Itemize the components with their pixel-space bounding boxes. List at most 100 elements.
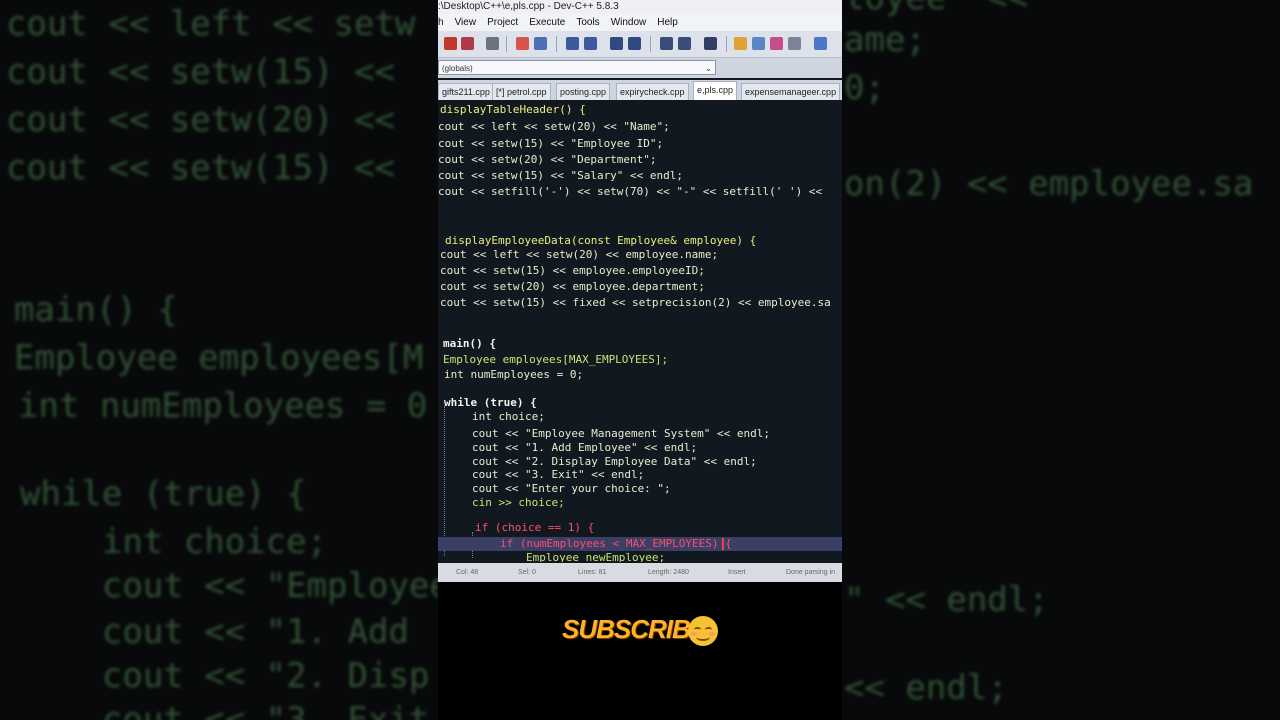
menu-item-help[interactable]: Help — [657, 14, 678, 31]
code-line: int numEmployees = 0; — [444, 368, 584, 381]
tab-posting[interactable]: posting.cpp — [556, 83, 611, 100]
menu-item-execute[interactable]: Execute — [529, 14, 565, 31]
backdrop-line: cout << setw(20) << — [6, 100, 395, 140]
run-icon[interactable] — [752, 37, 765, 50]
toolbar-separator — [726, 36, 727, 52]
code-line: cin >> choice; — [472, 496, 565, 509]
code-line: cout << setw(15) << employee.employeeID; — [440, 264, 705, 277]
code-line: cout << "Employee Management System" << … — [472, 427, 771, 440]
devcpp-window: :\Desktop\C++\e,pls.cpp - Dev-C++ 5.8.3 … — [438, 0, 842, 582]
code-line: cout << setfill('-') << setw(70) << "-" … — [438, 185, 823, 198]
code-editor[interactable]: displayTableHeader() { cout << left << s… — [438, 100, 842, 562]
emoji-mouth — [696, 633, 710, 641]
status-col: Col: 48 — [456, 569, 479, 576]
find-icon[interactable] — [566, 37, 579, 50]
code-line: cout << left << setw(20) << employee.nam… — [440, 248, 719, 261]
code-line: int choice; — [472, 410, 545, 423]
backdrop-line: while (true) { — [20, 474, 307, 514]
smiling-emoji-icon — [688, 616, 718, 646]
text-caret — [722, 538, 724, 550]
code-line: cout << "3. Exit" << endl; — [472, 468, 645, 481]
backdrop-right: loyee" << ame; 0; on(2) << employee.sa "… — [842, 0, 1280, 720]
backdrop-line: cout << "Employee — [20, 566, 438, 606]
toolbar-separator — [556, 36, 557, 52]
code-line: cout << setw(15) << "Employee ID"; — [438, 137, 664, 150]
backdrop-line: cout << left << setw — [6, 4, 416, 44]
unindent-icon[interactable] — [628, 37, 641, 50]
tab-gifts211[interactable]: gifts211.cpp — [438, 83, 494, 100]
toggle-bookmark-icon[interactable] — [704, 37, 717, 50]
check-icon[interactable] — [814, 37, 827, 50]
menu-bar: h View Project Execute Tools Window Help — [438, 14, 842, 31]
status-mode: Insert — [728, 569, 746, 576]
fold-guide — [444, 406, 446, 556]
redo-icon[interactable] — [534, 37, 547, 50]
chevron-down-icon[interactable]: ⌄ — [705, 61, 712, 76]
print-icon[interactable] — [486, 37, 499, 50]
code-line: cout << setw(15) << "Salary" << endl; — [438, 169, 684, 182]
code-line: while (true) { — [444, 396, 537, 409]
code-line: cout << "2. Display Employee Data" << en… — [472, 455, 757, 468]
code-line: cout << setw(15) << fixed << setprecisio… — [440, 296, 831, 309]
rebuild-icon[interactable] — [788, 37, 801, 50]
backdrop-line: cout << "1. Add — [20, 612, 409, 652]
menu-item-view[interactable]: View — [455, 14, 477, 31]
status-sel: Sel: 0 — [518, 569, 536, 576]
code-line: main() { — [443, 337, 496, 350]
menu-item-file[interactable]: h — [438, 14, 444, 31]
window-title: :\Desktop\C++\e,pls.cpp - Dev-C++ 5.8.3 — [438, 0, 842, 14]
code-line: displayEmployeeData(const Employee& empl… — [445, 234, 757, 247]
backdrop-line: main() { — [14, 290, 178, 330]
editor-tabs: gifts211.cpp [*] petrol.cpp posting.cpp … — [438, 80, 842, 100]
new-file-icon[interactable] — [444, 37, 457, 50]
toolbar — [438, 31, 842, 58]
status-lines: Lines: 81 — [578, 569, 607, 576]
code-line-current: if (numEmployees < MAX_EMPLOYEES) { — [500, 537, 732, 550]
scope-value: (globals) — [442, 64, 473, 73]
compile-run-icon[interactable] — [770, 37, 783, 50]
menu-item-project[interactable]: Project — [487, 14, 518, 31]
status-message: Done parsing in — [786, 569, 836, 576]
backdrop-line: cout << "2. Disp — [20, 656, 430, 696]
backdrop-line: " << endl; — [844, 580, 1049, 620]
backdrop-line: int numEmployees = 0 — [18, 386, 428, 426]
tab-epls[interactable]: e,pls.cpp — [693, 81, 738, 100]
tab-petrol[interactable]: [*] petrol.cpp — [492, 83, 551, 100]
replace-icon[interactable] — [584, 37, 597, 50]
menu-item-window[interactable]: Window — [611, 14, 647, 31]
code-line: Employee newEmployee; — [526, 551, 666, 562]
bookmark-back-icon[interactable] — [660, 37, 673, 50]
code-line: displayTableHeader() { — [440, 103, 586, 117]
code-line: cout << setw(20) << "Department"; — [438, 153, 657, 166]
backdrop-line: on(2) << employee.sa — [844, 164, 1254, 204]
code-line: Employee employees[MAX_EMPLOYEES]; — [443, 353, 669, 366]
backdrop-line: int choice; — [20, 522, 328, 562]
backdrop-line: cout << setw(15) << — [6, 148, 395, 188]
compile-icon[interactable] — [734, 37, 747, 50]
open-file-icon[interactable] — [461, 37, 474, 50]
video-lower-area — [438, 582, 842, 720]
code-line: cout << "1. Add Employee" << endl; — [472, 441, 698, 454]
backdrop-line: cout << "3. Exit — [20, 700, 430, 720]
menu-item-tools[interactable]: Tools — [576, 14, 599, 31]
backdrop-line: ame; — [844, 20, 926, 60]
scope-select[interactable]: (globals) ⌄ — [438, 60, 716, 75]
backdrop-line: Employee employees[M — [14, 338, 424, 378]
code-line: if (choice == 1) { — [475, 521, 595, 534]
backdrop-line: << endl; — [844, 668, 1008, 708]
code-line: cout << setw(20) << employee.department; — [440, 280, 705, 293]
toolbar-separator — [650, 36, 651, 52]
subscribe-text[interactable]: SUBSCRIBE — [562, 614, 707, 645]
toolbar-separator — [506, 36, 507, 52]
tab-expensemanageer[interactable]: expensemanageer.cpp — [741, 83, 841, 100]
video-frame: :\Desktop\C++\e,pls.cpp - Dev-C++ 5.8.3 … — [438, 0, 842, 720]
indent-icon[interactable] — [610, 37, 623, 50]
undo-icon[interactable] — [516, 37, 529, 50]
backdrop-line: loyee" << — [844, 0, 1028, 18]
code-line: cout << left << setw(20) << "Name"; — [438, 120, 670, 133]
backdrop-line: 0; — [844, 68, 885, 108]
status-bar: Col: 48 Sel: 0 Lines: 81 Length: 2480 In… — [438, 563, 842, 582]
code-line: displayTableHeader() { — [440, 103, 586, 116]
bookmark-forward-icon[interactable] — [678, 37, 691, 50]
tab-expirycheck[interactable]: expirycheck.cpp — [616, 83, 689, 100]
